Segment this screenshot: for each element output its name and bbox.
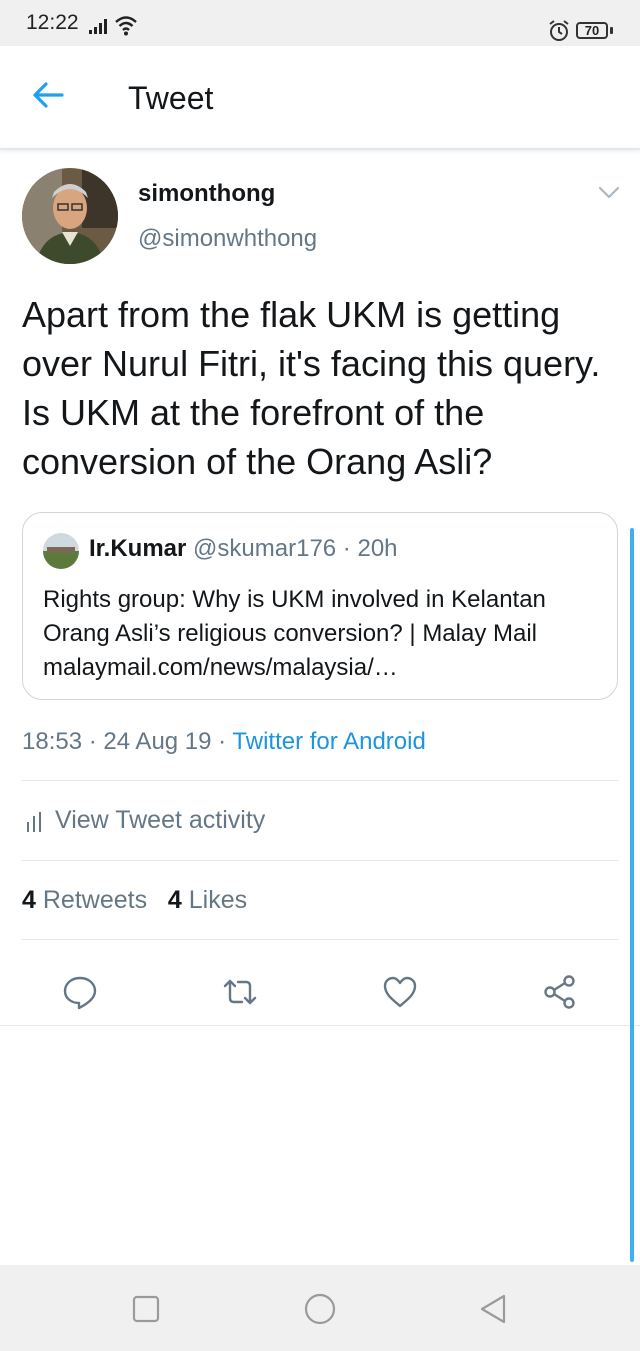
alarm-icon <box>549 20 569 41</box>
quoted-author-name: Ir.Kumar <box>89 535 187 562</box>
avatar[interactable] <box>22 168 118 264</box>
retweets-stat[interactable]: 4 Retweets <box>22 886 147 914</box>
battery-icon: 70 <box>576 22 608 39</box>
tweet-text: Apart from the flak UKM is getting over … <box>22 294 601 482</box>
arrow-left-icon[interactable] <box>30 80 66 110</box>
app-header: Tweet <box>0 46 640 150</box>
quoted-header: Ir.Kumar @skumar176 · 20h <box>89 535 398 563</box>
action-bar <box>0 960 640 1020</box>
quoted-tweet[interactable]: Ir.Kumar @skumar176 · 20h Rights group: … <box>22 512 618 700</box>
divider <box>22 939 618 940</box>
engagement-stats: 4 Retweets 4 Likes <box>22 886 247 915</box>
divider <box>0 1025 640 1026</box>
page-title: Tweet <box>128 80 214 116</box>
recent-apps-icon[interactable] <box>130 1293 162 1325</box>
retweets-label: Retweets <box>42 886 148 914</box>
chevron-down-icon[interactable] <box>598 186 620 200</box>
system-nav-bar <box>0 1265 640 1351</box>
tweet-time: 18:53 <box>22 728 83 755</box>
separator: · <box>82 728 104 755</box>
like-icon[interactable] <box>382 974 418 1010</box>
divider <box>22 860 618 861</box>
likes-count: 4 <box>167 886 182 914</box>
quoted-text-line: Rights group: Why is UKM involved in Kel… <box>43 586 546 613</box>
quoted-text: Rights group: Why is UKM involved in Kel… <box>43 583 603 685</box>
view-activity-label: View Tweet activity <box>55 806 266 834</box>
battery-level: 70 <box>584 23 600 38</box>
likes-label: Likes <box>188 886 248 914</box>
scrollbar[interactable] <box>630 528 634 1262</box>
quoted-author-handle: @skumar176 <box>193 535 337 562</box>
share-icon[interactable] <box>542 974 578 1010</box>
bar-chart-icon <box>27 812 41 832</box>
likes-stat[interactable]: 4 Likes <box>168 886 247 914</box>
quoted-avatar <box>43 533 79 569</box>
home-icon[interactable] <box>304 1293 336 1325</box>
status-bar: 12:22 70 <box>0 0 640 46</box>
author-name[interactable]: simonthong <box>138 180 275 208</box>
reply-icon[interactable] <box>62 974 98 1010</box>
back-triangle-icon[interactable] <box>478 1293 510 1325</box>
avatar-photo <box>22 168 118 264</box>
quoted-text-line: Orang Asli’s religious conversion? | Mal… <box>43 620 538 647</box>
separator: · <box>211 728 233 755</box>
signal-icon <box>89 19 107 34</box>
quoted-separator: · <box>336 535 358 562</box>
retweet-icon[interactable] <box>222 974 258 1010</box>
wifi-icon <box>115 16 137 36</box>
battery-tip <box>610 27 613 34</box>
author-handle[interactable]: @simonwhthong <box>138 225 317 253</box>
tweet-source-link[interactable]: Twitter for Android <box>232 728 425 755</box>
divider <box>22 780 618 781</box>
retweets-count: 4 <box>22 886 36 914</box>
timestamp-row: 18:53 · 24 Aug 19 · Twitter for Android <box>22 728 426 756</box>
quoted-time: 20h <box>357 535 398 562</box>
quoted-link: malaymail.com/news/malaysia/… <box>43 654 398 681</box>
tweet-date: 24 Aug 19 <box>103 728 212 755</box>
status-time: 12:22 <box>26 11 79 34</box>
